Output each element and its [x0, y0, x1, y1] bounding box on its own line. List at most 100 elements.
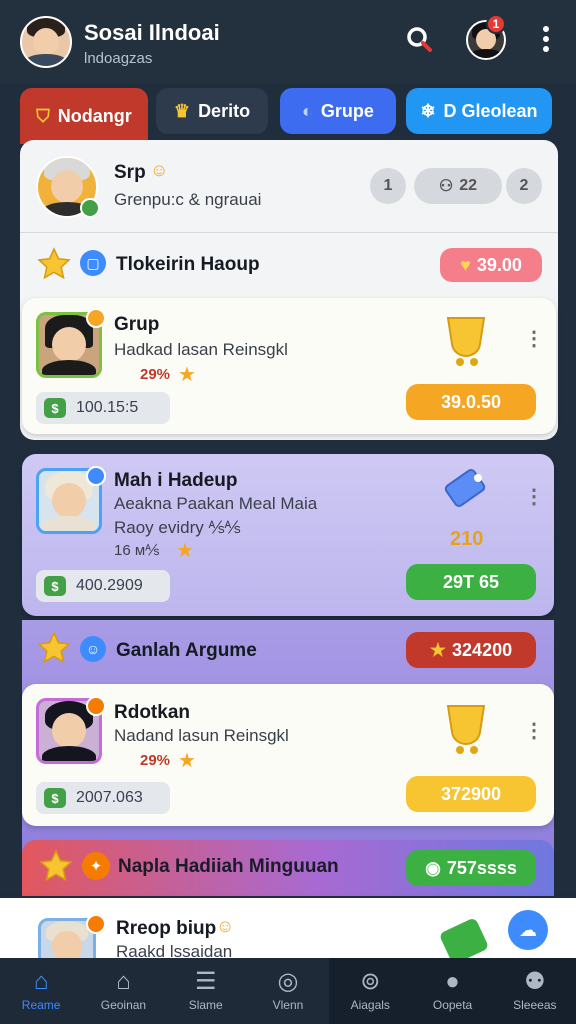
section-value-pill[interactable]: ★ 324200 — [406, 632, 536, 668]
card-action-button[interactable]: 29T 65 — [406, 564, 536, 600]
star-icon: ★ — [176, 540, 194, 562]
star-icon — [37, 631, 71, 664]
star-icon — [39, 849, 73, 882]
section-value-pill[interactable]: ◉ 757ssss — [406, 850, 536, 886]
online-badge — [80, 198, 100, 218]
star-icon: ★ — [429, 639, 447, 660]
list-item[interactable]: Mah i Hadeup Aeakna Paakan Meal Maia Rao… — [22, 454, 554, 616]
counter-1[interactable]: 1 — [370, 168, 406, 204]
list-item[interactable]: Rreop biup ☺ Raakd lssaidan ☁ — [0, 898, 576, 976]
member-description: Hadkad lasan Reinsgkl — [114, 340, 288, 359]
tab-label: Nodangr — [57, 105, 132, 126]
member-stat: $100.15:5 — [36, 392, 170, 424]
user-avatar[interactable] — [20, 16, 72, 68]
trophy-icon — [446, 705, 486, 754]
card-action-button[interactable]: 372900 — [406, 776, 536, 812]
tab-nodangr[interactable]: ⛉ Nodangr — [20, 88, 148, 144]
list-item[interactable]: Grup Hadkad lasan Reinsgkl 29% ★ $100.15… — [22, 298, 556, 434]
notification-badge: 1 — [486, 14, 506, 34]
smile-icon: ☺ — [216, 916, 235, 936]
card-action-button[interactable]: 39.0.50 — [406, 384, 536, 420]
flame-icon: ✦ — [82, 852, 110, 880]
rank-badge — [86, 466, 106, 486]
member-description: Aeakna Paakan Meal Maia — [114, 494, 318, 513]
more-menu-button[interactable] — [534, 22, 558, 56]
tab-label: Grupe — [320, 100, 374, 121]
section-title: Napla Hadiiah Minguuan — [118, 856, 339, 877]
nav-item-geoinan[interactable]: ⌂ Geoinan — [82, 958, 164, 1024]
kebab-icon — [543, 26, 549, 52]
member-name: Mah i Hadeup — [114, 470, 238, 491]
section-value-pill[interactable]: ♥ 39.00 — [440, 248, 542, 282]
cash-icon: $ — [44, 788, 66, 808]
heart-icon: ♥ — [460, 254, 471, 275]
chat-icon: ▢ — [80, 250, 106, 276]
house-icon: ⌂ — [116, 968, 131, 995]
rank-badge — [86, 696, 106, 716]
member-description: Nadand lasun Reinsgkl — [114, 726, 289, 745]
nav-item-vlenn[interactable]: ◎ Vlenn — [247, 958, 329, 1024]
check-circle-icon: ◉ — [425, 857, 441, 878]
tag-icon — [444, 468, 486, 508]
snowflake-icon: ❄ — [420, 100, 436, 121]
smile-icon: ☺ — [150, 160, 169, 180]
member-name: Rreop biup — [116, 918, 217, 939]
section-title: Tlokeirin Haoup — [116, 254, 260, 275]
app-subtitle: lndoagzas — [84, 50, 153, 67]
member-meta: 16 м⅍ — [114, 542, 160, 559]
member-percent: 29% — [140, 752, 171, 769]
nav-label: Aiagals — [350, 998, 390, 1012]
member-name: Grup — [114, 314, 160, 335]
search-circle-icon: ⊚ — [360, 968, 381, 995]
crown-icon: ♛ — [173, 100, 191, 121]
wave-icon: ◐ — [302, 100, 313, 121]
nav-label: Sleeeas — [513, 998, 557, 1012]
tab-grupe[interactable]: ◐ Grupe — [280, 88, 396, 134]
star-icon — [37, 247, 71, 280]
profile-counter-group[interactable]: 1 ⚇ 22 2 — [370, 168, 542, 204]
nav-item-reame[interactable]: ⌂ Reame — [0, 958, 82, 1024]
star-icon: ★ — [178, 750, 196, 772]
people-icon: ⚉ — [524, 968, 546, 995]
list-item[interactable]: Rdotkan Nadand lasun Reinsgkl 29% ★ $200… — [22, 684, 554, 826]
card-menu-button[interactable]: ⋮ — [524, 484, 544, 509]
card-menu-button[interactable]: ⋮ — [524, 718, 544, 743]
nav-label: Geoinan — [100, 998, 147, 1012]
tab-label: Derito — [198, 100, 251, 121]
nav-label: Reame — [21, 998, 61, 1012]
bottom-nav: ⌂ Reame ⌂ Geoinan ☰ Slame ◎ Vlenn ⊚ Aiag… — [0, 958, 576, 1024]
member-stat: $2007.063 — [36, 782, 170, 814]
counter-2[interactable]: ⚇ 22 — [414, 168, 502, 204]
rank-badge — [86, 914, 106, 934]
chat-icon: ☺ — [80, 636, 106, 662]
trophy-icon — [446, 317, 486, 366]
nav-item-sleeeas[interactable]: ⚉ Sleeeas — [493, 958, 576, 1024]
member-percent: 29% — [140, 366, 171, 383]
tab-label: D Gleolean — [443, 100, 538, 121]
tab-d-gleolean[interactable]: ❄ D Gleolean — [406, 88, 552, 134]
rank-badge — [86, 308, 106, 328]
section-title: Ganlah Argume — [116, 640, 257, 661]
nav-item-oopeta[interactable]: ● Oopeta — [411, 958, 494, 1024]
counter-3[interactable]: 2 — [506, 168, 542, 204]
divider — [20, 232, 558, 233]
nav-item-slame[interactable]: ☰ Slame — [165, 958, 247, 1024]
nav-item-aiagals[interactable]: ⊚ Aiagals — [329, 958, 412, 1024]
card-menu-button[interactable]: ⋮ — [524, 326, 544, 351]
cash-icon: $ — [44, 576, 66, 596]
nav-label: Slame — [188, 998, 223, 1012]
nav-label: Vlenn — [272, 998, 304, 1012]
tab-derito[interactable]: ♛ Derito — [156, 88, 268, 134]
app-title: Sosai Ilndoai — [84, 20, 220, 45]
star-icon: ★ — [178, 364, 196, 386]
cash-icon: $ — [44, 398, 66, 418]
cloud-button[interactable]: ☁ — [508, 910, 548, 950]
search-button[interactable] — [402, 22, 436, 56]
home-icon: ⌂ — [33, 968, 49, 995]
search-icon — [407, 27, 432, 52]
compass-icon: ◎ — [277, 968, 299, 995]
person-icon: ⚇ — [438, 178, 454, 195]
shield-icon: ⛉ — [36, 105, 50, 126]
profile-name: Srp — [114, 162, 146, 183]
app-header: Sosai Ilndoai lndoagzas 1 — [0, 0, 576, 84]
